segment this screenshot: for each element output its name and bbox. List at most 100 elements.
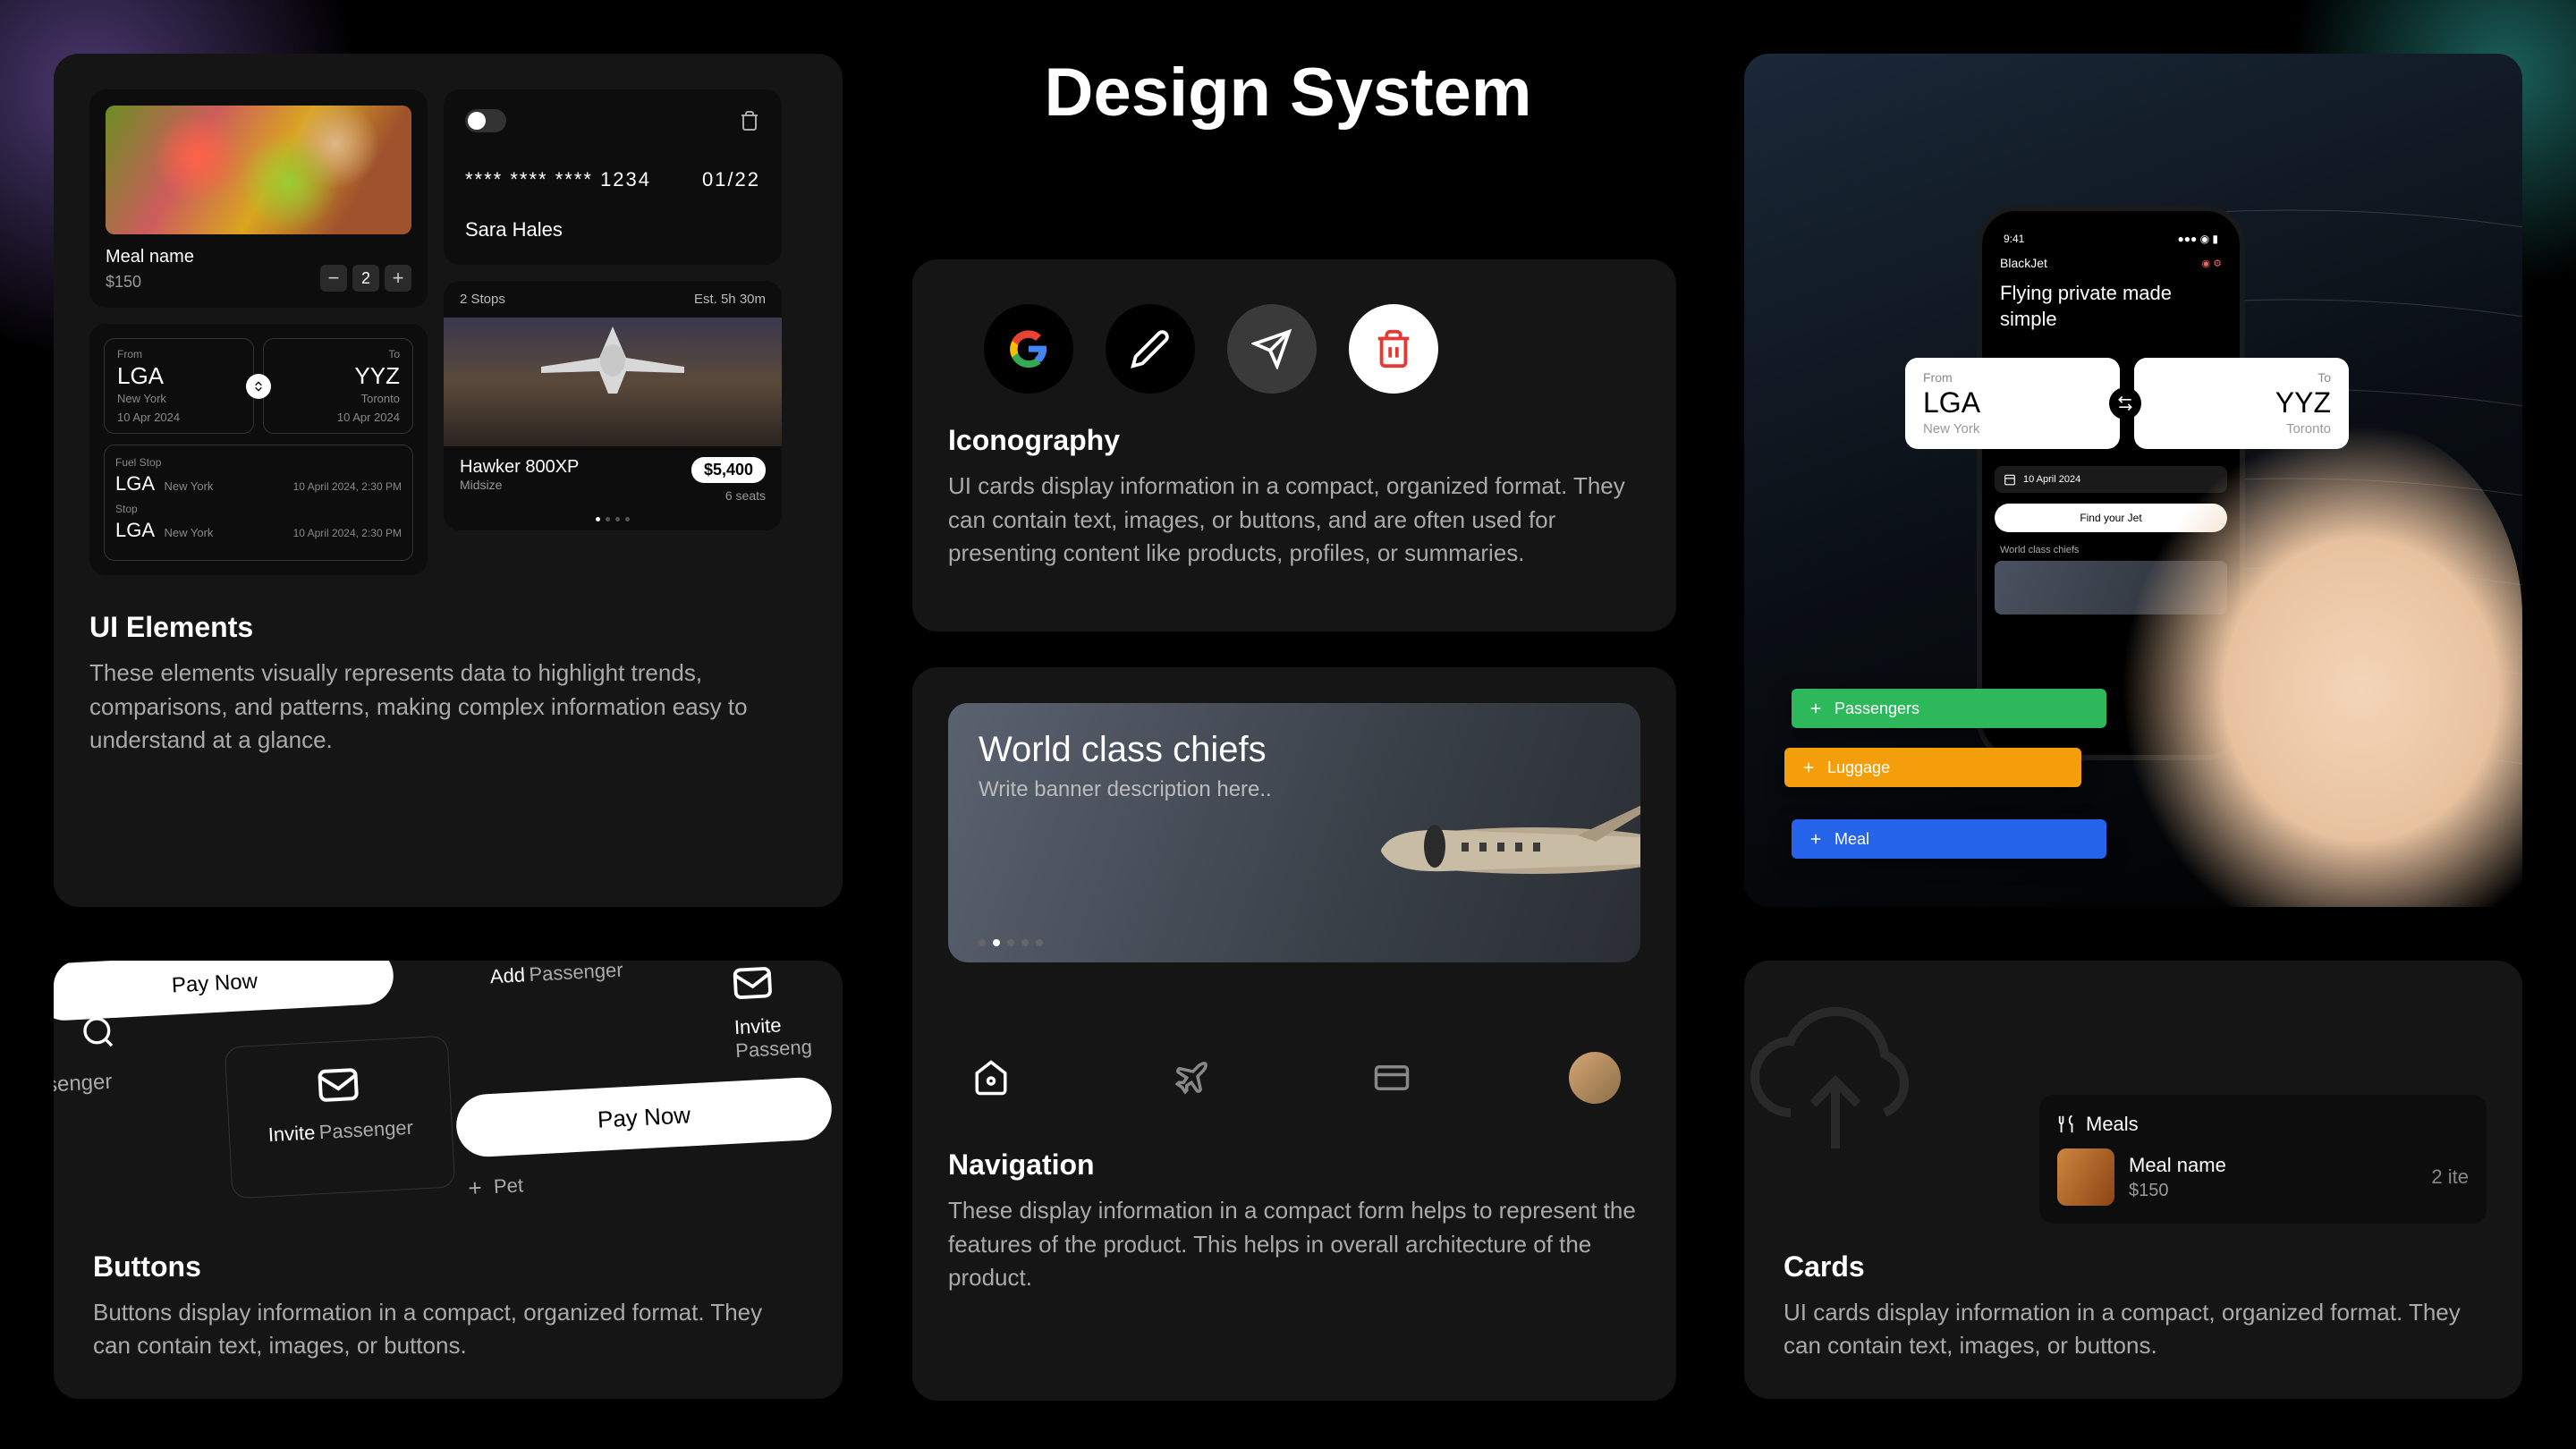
- hero-to-label: To: [2152, 370, 2331, 385]
- hero-to-code: YYZ: [2152, 386, 2331, 419]
- add-pet-button[interactable]: Pet: [464, 1174, 523, 1199]
- hero-swap-button[interactable]: [2109, 387, 2141, 419]
- panel-hero: 9:41●●● ◉ ▮ BlackJet ◉ ⚙ Flying private m…: [1744, 54, 2522, 907]
- cards-desc: UI cards display information in a compac…: [1784, 1296, 2483, 1363]
- jet-price: $5,400: [691, 457, 766, 483]
- chip-luggage[interactable]: Luggage: [1784, 748, 2081, 787]
- iconography-title: Iconography: [948, 424, 1640, 457]
- card-holder-name: Sara Hales: [465, 218, 760, 242]
- phone-headline: Flying private made simple: [1995, 281, 2227, 332]
- hero-from-code: LGA: [1923, 386, 2102, 419]
- route-from-code: LGA: [117, 362, 241, 390]
- route-to-code: YYZ: [276, 362, 400, 390]
- hero-banner[interactable]: World class chiefs Write banner descript…: [948, 703, 1640, 962]
- plus-icon: [1808, 700, 1824, 716]
- nav-home[interactable]: [968, 1055, 1014, 1101]
- jet-eta: Est. 5h 30m: [694, 292, 766, 307]
- qty-value: 2: [352, 265, 379, 292]
- chip-meal[interactable]: Meal: [1792, 819, 2106, 859]
- panel-buttons: Pay Now Add Passenger Invite Passeng sse…: [54, 961, 843, 1399]
- jet-class: Midsize: [460, 478, 579, 492]
- route-from-city: New York: [117, 392, 241, 405]
- ui-elements-desc: These elements visually represents data …: [89, 657, 807, 758]
- card-icon: [1373, 1059, 1411, 1097]
- search-icon[interactable]: [80, 1014, 116, 1050]
- jet-card[interactable]: 2 Stops Est. 5h 30m Hawker 800XP Midsize…: [444, 281, 782, 530]
- hero-from-card[interactable]: From LGA New York: [1905, 358, 2120, 449]
- route-card: From LGA New York 10 Apr 2024 To YYZ Tor…: [89, 324, 428, 575]
- iconography-desc: UI cards display information in a compac…: [948, 470, 1640, 571]
- route-from[interactable]: From LGA New York 10 Apr 2024: [104, 338, 254, 434]
- airplane-icon: [1173, 1059, 1210, 1097]
- phone-menu-icons[interactable]: ◉ ⚙: [2201, 258, 2222, 269]
- hero-from-label: From: [1923, 370, 2102, 385]
- meal-price: $150: [106, 273, 194, 292]
- chip-passengers[interactable]: Passengers: [1792, 689, 2106, 728]
- jet-image: [444, 318, 782, 446]
- nav-wallet[interactable]: [1368, 1055, 1415, 1101]
- plus-icon: [464, 1178, 485, 1199]
- phone-brand: BlackJet: [2000, 256, 2047, 270]
- add-passenger-button[interactable]: Add Passenger: [489, 961, 673, 1063]
- stop-label: Stop: [115, 503, 402, 515]
- route-stops: Fuel Stop LGA New York 10 April 2024, 2:…: [104, 445, 413, 561]
- edit-button[interactable]: [1106, 304, 1195, 394]
- panel-iconography: Iconography UI cards display information…: [912, 259, 1676, 631]
- navigation-title: Navigation: [948, 1148, 1640, 1182]
- google-icon: [1008, 328, 1049, 369]
- payment-card: **** **** **** 1234 01/22 Sara Hales: [444, 89, 782, 265]
- mail-icon: [316, 1063, 360, 1107]
- hero-to-city: Toronto: [2152, 421, 2331, 436]
- pay-now-button-large[interactable]: Pay Now: [454, 1076, 833, 1158]
- meal-mini-count: 2 ite: [2431, 1165, 2469, 1189]
- swap-icon[interactable]: [246, 374, 271, 399]
- buttons-desc: Buttons display information in a compact…: [93, 1296, 803, 1363]
- trash-icon: [1373, 328, 1414, 369]
- meals-label: Meals: [2086, 1113, 2139, 1136]
- pay-now-button[interactable]: Pay Now: [54, 961, 394, 1021]
- delete-button[interactable]: [1349, 304, 1438, 394]
- panel-navigation: World class chiefs Write banner descript…: [912, 667, 1676, 1401]
- fuel-stop-label: Fuel Stop: [115, 456, 402, 469]
- banner-carousel-dots[interactable]: [979, 939, 1043, 946]
- route-to-label: To: [276, 348, 400, 360]
- meal-name: Meal name: [106, 247, 194, 267]
- plus-icon: [1808, 831, 1824, 847]
- stop-code: LGA: [115, 519, 155, 541]
- fuel-stop-code: LGA: [115, 472, 155, 495]
- google-auth-button[interactable]: [984, 304, 1073, 394]
- route-to[interactable]: To YYZ Toronto 10 Apr 2024: [263, 338, 413, 434]
- mail-icon: [731, 962, 774, 1004]
- qty-decrement-button[interactable]: −: [320, 265, 347, 292]
- phone-status-bar: 9:41●●● ◉ ▮: [1995, 233, 2227, 245]
- card-number-masked: **** **** **** 1234: [465, 168, 651, 191]
- hero-to-card[interactable]: To YYZ Toronto: [2134, 358, 2349, 449]
- invite-passenger-button[interactable]: Invite Passeng: [731, 961, 843, 1063]
- nav-profile-avatar[interactable]: [1569, 1052, 1621, 1104]
- hero-from-city: New York: [1923, 421, 2102, 436]
- route-from-label: From: [117, 348, 241, 360]
- jet-stops: 2 Stops: [460, 292, 505, 307]
- route-to-date: 10 Apr 2024: [276, 411, 400, 424]
- page-title: Design System: [1045, 54, 1532, 131]
- fuel-stop-time: 10 April 2024, 2:30 PM: [293, 480, 402, 493]
- jet-seats: 6 seats: [691, 488, 766, 503]
- meals-card[interactable]: Meals Meal name $150 2 ite: [2039, 1095, 2487, 1224]
- bottom-navbar: [948, 1052, 1640, 1104]
- hand-illustration: [2120, 424, 2522, 907]
- calendar-icon: [2004, 473, 2016, 486]
- navigation-desc: These display information in a compact f…: [948, 1194, 1640, 1295]
- home-icon: [972, 1059, 1010, 1097]
- meal-thumbnail: [2057, 1148, 2114, 1206]
- send-button[interactable]: [1227, 304, 1317, 394]
- pencil-icon: [1130, 328, 1171, 369]
- invite-passenger-card[interactable]: Invite Passenger: [225, 1036, 456, 1199]
- delete-card-icon[interactable]: [739, 110, 760, 131]
- qty-increment-button[interactable]: +: [385, 265, 411, 292]
- card-default-toggle[interactable]: [465, 109, 506, 132]
- utensils-icon: [2057, 1114, 2077, 1134]
- jet-illustration: [1301, 757, 1640, 918]
- jet-carousel-dots[interactable]: [444, 513, 782, 530]
- passenger-label-fragment: ssenger: [54, 1070, 113, 1098]
- nav-flights[interactable]: [1168, 1055, 1215, 1101]
